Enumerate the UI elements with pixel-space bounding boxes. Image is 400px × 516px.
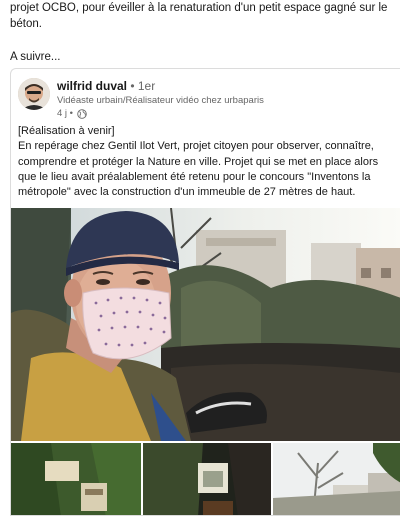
author-line: wilfrid duval • 1er bbox=[57, 78, 155, 94]
connection-degree: • 1er bbox=[127, 79, 156, 93]
main-photo[interactable] bbox=[11, 208, 400, 441]
post-body-line: En repérage chez Gentil Ilot Vert, proje… bbox=[18, 140, 374, 153]
previous-post-line-1: projet OCBO, pour éveiller à la renatura… bbox=[10, 2, 388, 14]
post-body-line: que le lieu avait préalablement été rete… bbox=[18, 170, 371, 183]
post-body-line: [Réalisation à venir] bbox=[18, 125, 115, 137]
photo-thumbnail[interactable] bbox=[143, 443, 271, 515]
previous-post-text: projet OCBO, pour éveiller à la renatura… bbox=[10, 0, 392, 32]
post-meta: 4 j • bbox=[57, 106, 87, 122]
follow-text: A suivre... bbox=[10, 51, 61, 63]
post-body: [Réalisation à venir] En repérage chez G… bbox=[18, 124, 396, 200]
post-body-line: comprendre et protéger la Nature en vill… bbox=[18, 155, 379, 168]
avatar[interactable] bbox=[18, 78, 50, 110]
post-body-line: métropole" avec la construction d'un imm… bbox=[18, 186, 356, 199]
photo-thumbnail[interactable] bbox=[11, 443, 141, 515]
post-time: 4 j • bbox=[57, 108, 73, 119]
previous-post-line-2: béton. bbox=[10, 18, 42, 30]
shared-post-card[interactable]: wilfrid duval • 1er Vidéaste urbain/Réal… bbox=[10, 68, 400, 516]
photo-thumbnail[interactable] bbox=[273, 443, 400, 515]
globe-icon bbox=[77, 109, 87, 119]
author-name[interactable]: wilfrid duval bbox=[57, 79, 127, 93]
author-headline: Vidéaste urbain/Réalisateur vidéo chez u… bbox=[57, 95, 264, 106]
